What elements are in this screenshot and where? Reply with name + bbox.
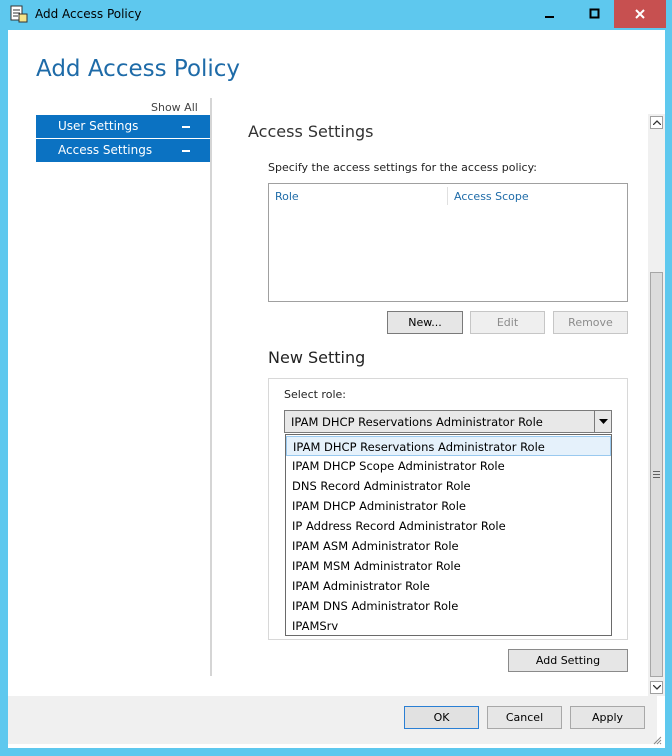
sidebar-item-user-settings[interactable]: User Settings xyxy=(36,115,210,138)
select-role-label: Select role: xyxy=(284,388,346,401)
role-option[interactable]: IPAM DHCP Reservations Administrator Rol… xyxy=(286,436,611,456)
role-dropdown-list[interactable]: IPAM DHCP Reservations Administrator Rol… xyxy=(285,434,612,636)
chevron-up-icon xyxy=(652,120,661,125)
window-title: Add Access Policy xyxy=(35,7,142,21)
access-settings-list[interactable]: Role Access Scope xyxy=(268,183,628,302)
grip-icon xyxy=(653,471,660,478)
column-separator[interactable] xyxy=(447,187,448,205)
access-settings-instruction: Specify the access settings for the acce… xyxy=(268,161,538,174)
page-title: Add Access Policy xyxy=(36,56,241,82)
maximize-button[interactable] xyxy=(573,0,617,28)
scroll-up-button[interactable] xyxy=(650,116,663,129)
column-header-role[interactable]: Role xyxy=(275,190,299,203)
role-option[interactable]: IPAM DHCP Administrator Role xyxy=(286,496,611,516)
role-select[interactable]: IPAM DHCP Reservations Administrator Rol… xyxy=(284,410,612,433)
dialog-window: Add Access Policy Add Access Policy Show… xyxy=(0,0,672,756)
edit-button[interactable]: Edit xyxy=(470,311,545,334)
sidebar-item-access-settings[interactable]: Access Settings xyxy=(36,139,210,162)
add-setting-button[interactable]: Add Setting xyxy=(508,649,628,672)
scroll-thumb[interactable] xyxy=(650,272,663,677)
collapse-icon[interactable] xyxy=(182,126,190,128)
close-icon xyxy=(635,9,645,19)
minimize-icon xyxy=(545,16,554,18)
role-option[interactable]: DNS Record Administrator Role xyxy=(286,476,611,496)
role-option[interactable]: IPAM DNS Administrator Role xyxy=(286,596,611,616)
role-option[interactable]: IPAM ASM Administrator Role xyxy=(286,536,611,556)
apply-button[interactable]: Apply xyxy=(570,706,645,729)
column-header-access-scope[interactable]: Access Scope xyxy=(454,190,529,203)
chevron-down-icon xyxy=(652,685,661,690)
new-setting-heading: New Setting xyxy=(268,348,366,367)
resize-grip-icon[interactable] xyxy=(652,734,662,745)
maximize-icon xyxy=(589,8,600,19)
new-button[interactable]: New... xyxy=(387,311,463,334)
role-option[interactable]: IPAM DHCP Scope Administrator Role xyxy=(286,456,611,476)
dialog-client-area: Add Access Policy Show All User Settings… xyxy=(8,30,665,748)
cancel-button[interactable]: Cancel xyxy=(487,706,562,729)
ok-button[interactable]: OK xyxy=(404,706,479,729)
titlebar[interactable]: Add Access Policy xyxy=(0,0,672,30)
scroll-down-button[interactable] xyxy=(650,681,663,694)
collapse-icon[interactable] xyxy=(182,150,190,152)
minimize-button[interactable] xyxy=(528,0,572,28)
vertical-scrollbar[interactable] xyxy=(648,114,665,696)
access-settings-heading: Access Settings xyxy=(248,122,374,141)
role-option[interactable]: IPAM MSM Administrator Role xyxy=(286,556,611,576)
role-select-value: IPAM DHCP Reservations Administrator Rol… xyxy=(291,415,543,429)
role-option[interactable]: IPAM Administrator Role xyxy=(286,576,611,596)
role-option[interactable]: IP Address Record Administrator Role xyxy=(286,516,611,536)
sidebar-item-label: User Settings xyxy=(58,119,139,133)
close-button[interactable] xyxy=(614,0,666,28)
remove-button[interactable]: Remove xyxy=(553,311,628,334)
dropdown-arrow-icon[interactable] xyxy=(594,411,611,432)
sidebar-item-label: Access Settings xyxy=(58,143,153,157)
role-option[interactable]: IPAMSrv xyxy=(286,616,611,636)
sidebar-splitter xyxy=(210,98,212,676)
show-all-link[interactable]: Show All xyxy=(151,101,198,114)
app-icon xyxy=(10,5,28,23)
